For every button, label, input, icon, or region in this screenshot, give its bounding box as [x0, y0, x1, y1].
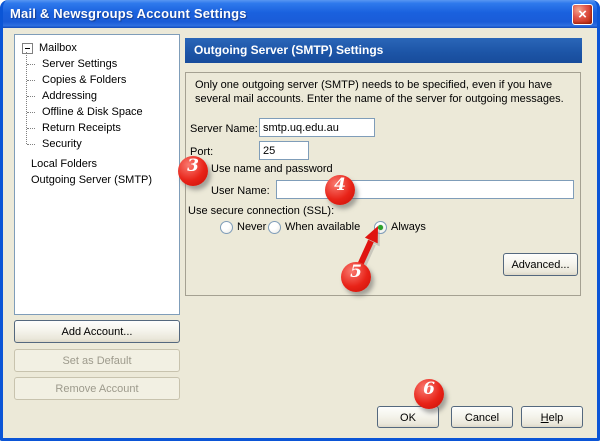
user-name-label: User Name: — [211, 185, 270, 197]
annotation-badge-3: 3 — [178, 156, 208, 186]
titlebar[interactable]: Mail & Newsgroups Account Settings × — [0, 0, 600, 28]
annotation-badge-5: 5 — [341, 262, 371, 292]
collapse-minus-icon[interactable] — [22, 43, 33, 54]
tree-item-label: Server Settings — [42, 58, 117, 70]
account-settings-dialog: Mail & Newsgroups Account Settings × Mai… — [0, 0, 600, 441]
annotation-badge-6: 6 — [414, 379, 444, 409]
cancel-button[interactable]: Cancel — [451, 406, 513, 428]
ssl-never-radio[interactable] — [220, 221, 233, 234]
help-label: elp — [549, 412, 564, 424]
close-icon[interactable]: × — [572, 4, 593, 25]
tree-item-security[interactable]: Security — [15, 136, 179, 152]
tree-item-addressing[interactable]: Addressing — [15, 88, 179, 104]
set-as-default-button[interactable]: Set as Default — [14, 349, 180, 372]
ok-button[interactable]: OK — [377, 406, 439, 428]
use-name-password-label: Use name and password — [211, 163, 333, 175]
help-label: H — [541, 412, 549, 424]
ssl-always-label: Always — [391, 221, 426, 233]
tree-item-label: Addressing — [42, 90, 97, 102]
tree-item-return-receipts[interactable]: Return Receipts — [15, 120, 179, 136]
advanced-button[interactable]: Advanced... — [503, 253, 578, 276]
tree-item-server-settings[interactable]: Server Settings — [15, 56, 179, 72]
tree-item-label: Outgoing Server (SMTP) — [31, 174, 152, 186]
user-name-input[interactable] — [276, 180, 574, 199]
ssl-label: Use secure connection (SSL): — [188, 205, 334, 217]
annotation-badge-4: 4 — [325, 175, 355, 205]
tree-item-label: Security — [42, 138, 82, 150]
tree-item-mailbox[interactable]: Mailbox — [15, 40, 179, 56]
tree-item-offline-disk-space[interactable]: Offline & Disk Space — [15, 104, 179, 120]
tree-item-label: Return Receipts — [42, 122, 121, 134]
tree-item-label: Mailbox — [39, 42, 77, 54]
tree-item-label: Copies & Folders — [42, 74, 126, 86]
help-button[interactable]: Help — [521, 406, 583, 428]
tree-item-local-folders[interactable]: Local Folders — [15, 156, 179, 172]
tree-item-outgoing-server-smtp[interactable]: Outgoing Server (SMTP) — [15, 172, 179, 188]
remove-account-button[interactable]: Remove Account — [14, 377, 180, 400]
accounts-tree[interactable]: Mailbox Server Settings Copies & Folders… — [14, 34, 180, 315]
add-account-button[interactable]: Add Account... — [14, 320, 180, 343]
smtp-description: Only one outgoing server (SMTP) needs to… — [195, 78, 571, 106]
port-input[interactable] — [259, 141, 309, 160]
server-name-label: Server Name: — [190, 123, 258, 135]
ssl-when-available-radio[interactable] — [268, 221, 281, 234]
ssl-never-label: Never — [237, 221, 266, 233]
panel-title: Outgoing Server (SMTP) Settings — [185, 38, 582, 63]
server-name-input[interactable] — [259, 118, 375, 137]
tree-item-copies-folders[interactable]: Copies & Folders — [15, 72, 179, 88]
mailbox-children: Server Settings Copies & Folders Address… — [15, 56, 179, 152]
tree-item-label: Offline & Disk Space — [42, 106, 143, 118]
window-title: Mail & Newsgroups Account Settings — [10, 6, 247, 21]
tree-item-label: Local Folders — [31, 158, 97, 170]
